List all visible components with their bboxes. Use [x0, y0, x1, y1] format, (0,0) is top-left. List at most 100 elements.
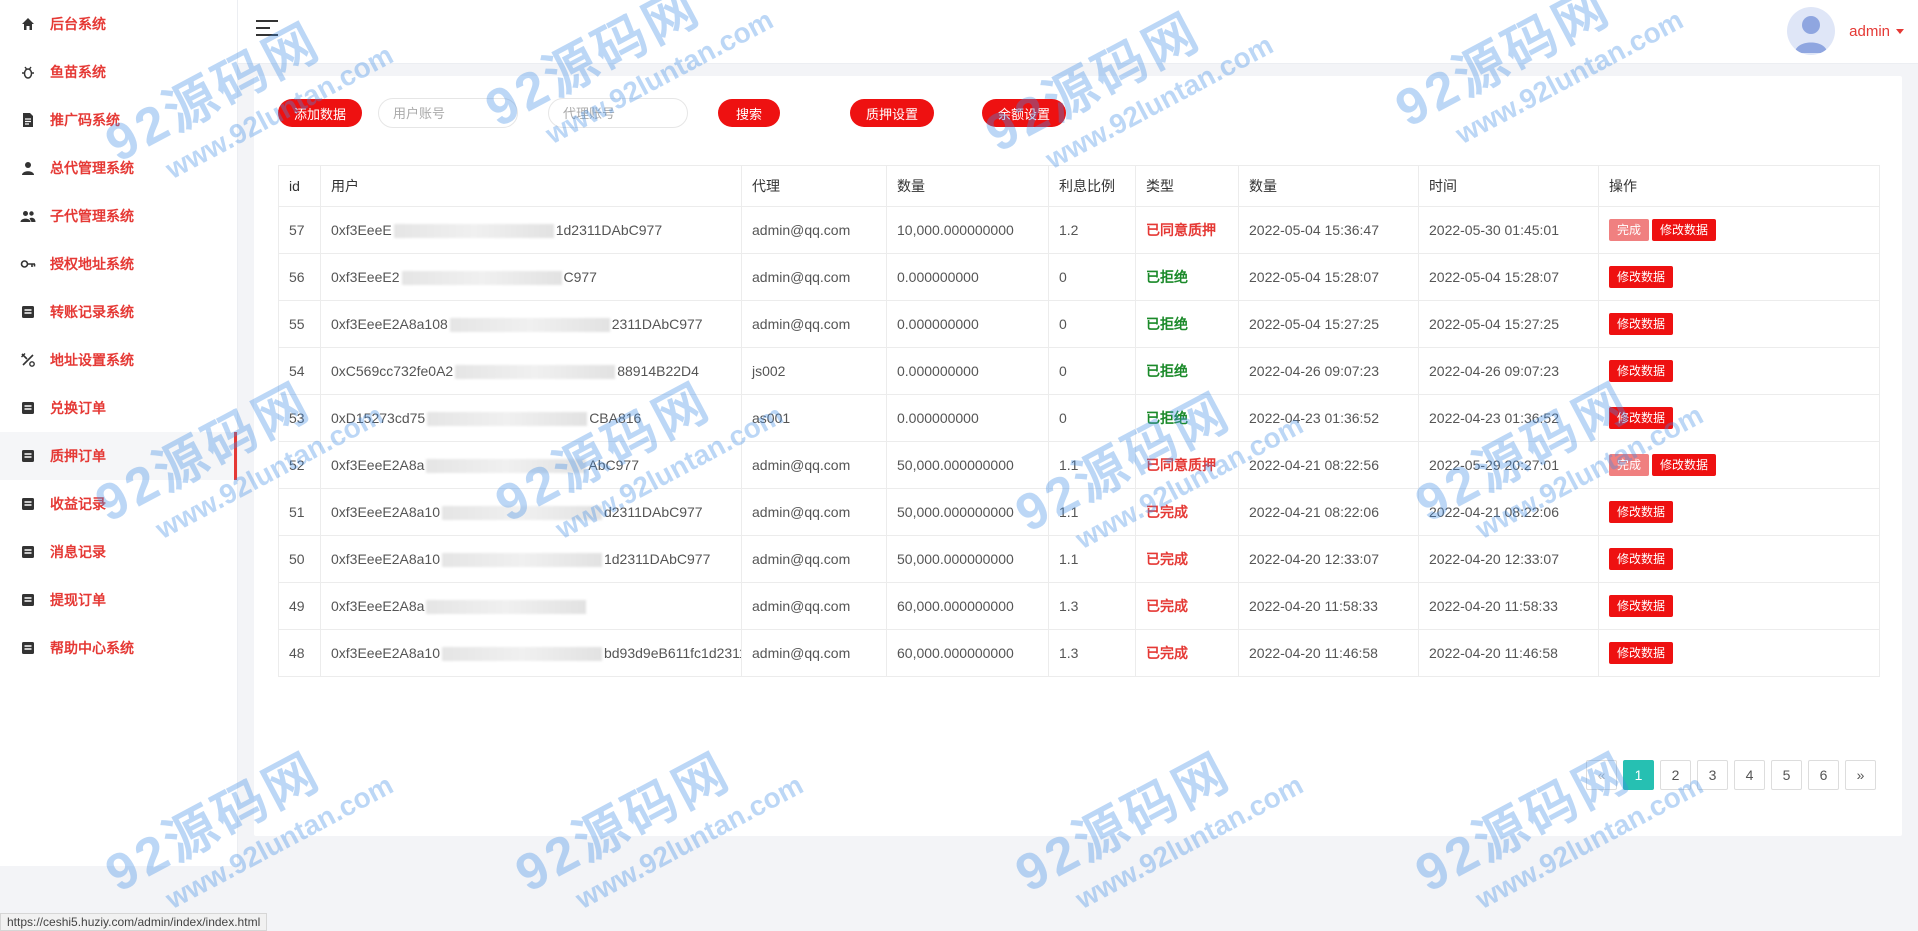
- edit-data-button[interactable]: 修改数据: [1609, 548, 1674, 570]
- row-amount: 0.000000000: [886, 300, 1049, 348]
- row-user-address: 0xf3EeeE2A8a108 2311DAbC977: [320, 300, 742, 348]
- sidebar-item-label: 总代管理系统: [50, 160, 134, 176]
- page-button-6[interactable]: 6: [1808, 760, 1839, 790]
- sidebar-item-13[interactable]: 帮助中心系统: [0, 624, 237, 672]
- sidebar-item-6[interactable]: 转账记录系统: [0, 288, 237, 336]
- row-time-created: 2022-04-20 11:58:33: [1238, 582, 1419, 630]
- edit-data-button[interactable]: 修改数据: [1609, 595, 1674, 617]
- page-button-1[interactable]: 1: [1623, 760, 1654, 790]
- sidebar-item-7[interactable]: 地址设置系统: [0, 336, 237, 384]
- address-suffix: 1d2311DAbC977: [603, 550, 711, 567]
- row-agent: admin@qq.com: [741, 253, 887, 301]
- search-button[interactable]: 搜索: [718, 99, 780, 127]
- document-icon: [20, 112, 36, 128]
- address-suffix: bd93d9eB611fc1d2311DAbC977: [603, 644, 741, 661]
- column-header: 数量: [1238, 165, 1419, 207]
- sidebar-item-8[interactable]: 兑换订单: [0, 384, 237, 432]
- sidebar-item-2[interactable]: 推广码系统: [0, 96, 237, 144]
- row-type-status: 已完成: [1135, 535, 1239, 583]
- address-prefix: 0xC569cc732fe0A2: [331, 362, 454, 379]
- prev-page-button[interactable]: «: [1586, 760, 1617, 790]
- next-page-button[interactable]: »: [1845, 760, 1876, 790]
- address-mask: [401, 271, 562, 286]
- sidebar-item-11[interactable]: 消息记录: [0, 528, 237, 576]
- row-id: 48: [278, 629, 321, 677]
- row-time-created: 2022-04-26 09:07:23: [1238, 347, 1419, 395]
- edit-data-button[interactable]: 修改数据: [1609, 313, 1674, 335]
- row-agent: admin@qq.com: [741, 300, 887, 348]
- row-type-status: 已拒绝: [1135, 300, 1239, 348]
- row-rate: 1.2: [1048, 206, 1136, 254]
- row-user-address: 0xf3EeeE2A8a: [320, 582, 742, 630]
- row-type-status: 已拒绝: [1135, 347, 1239, 395]
- key-icon: [20, 256, 36, 272]
- row-type-status: 已完成: [1135, 629, 1239, 677]
- row-agent: admin@qq.com: [741, 629, 887, 677]
- address-mask: [441, 506, 602, 521]
- address-mask: [441, 647, 602, 662]
- orders-table: id 用户 代理 数量 利息比例 类型 数量 时间 操作 57 0xf3EeeE 1d2311DAb…: [278, 165, 1880, 677]
- column-header: id: [278, 165, 321, 207]
- edit-data-button[interactable]: 修改数据: [1652, 454, 1717, 476]
- column-header: 利息比例: [1048, 165, 1136, 207]
- column-header: 时间: [1418, 165, 1599, 207]
- row-id: 51: [278, 488, 321, 536]
- row-amount: 0.000000000: [886, 253, 1049, 301]
- page-button-2[interactable]: 2: [1660, 760, 1691, 790]
- balance-settings-button[interactable]: 余额设置: [982, 99, 1066, 127]
- row-agent: as001: [741, 394, 887, 442]
- table-row: 53 0xD15273cd75 CBA816 as001 0.000000000 0 已拒绝…: [278, 394, 1880, 442]
- address-prefix: 0xf3EeeE2: [331, 268, 400, 285]
- table-header-row: id 用户 代理 数量 利息比例 类型 数量 时间 操作: [278, 165, 1880, 207]
- page-button-5[interactable]: 5: [1771, 760, 1802, 790]
- edit-data-button[interactable]: 修改数据: [1609, 501, 1674, 523]
- add-data-button[interactable]: 添加数据: [278, 99, 362, 127]
- home-icon: [20, 16, 36, 32]
- sidebar-item-label: 推广码系统: [50, 112, 120, 128]
- address-mask: [393, 224, 554, 239]
- row-amount: 10,000.000000000: [886, 206, 1049, 254]
- row-amount: 0.000000000: [886, 394, 1049, 442]
- complete-button[interactable]: 完成: [1609, 219, 1650, 241]
- page-button-3[interactable]: 3: [1697, 760, 1728, 790]
- row-user-address: 0xf3EeeE2A8a10 bd93d9eB611fc1d2311DAbC977: [320, 629, 742, 677]
- edit-data-button[interactable]: 修改数据: [1609, 266, 1674, 288]
- row-rate: 1.1: [1048, 441, 1136, 489]
- row-actions: 修改数据: [1598, 629, 1880, 677]
- sidebar-item-0[interactable]: 后台系统: [0, 0, 237, 48]
- pledge-settings-button[interactable]: 质押设置: [850, 99, 934, 127]
- user-menu[interactable]: admin: [1787, 6, 1904, 56]
- edit-data-button[interactable]: 修改数据: [1652, 219, 1717, 241]
- page-button-4[interactable]: 4: [1734, 760, 1765, 790]
- row-time-updated: 2022-04-20 12:33:07: [1418, 535, 1599, 583]
- list-icon: [20, 640, 36, 656]
- sidebar-item-10[interactable]: 收益记录: [0, 480, 237, 528]
- table-row: 52 0xf3EeeE2A8a AbC977 admin@qq.com 50,000.0…: [278, 441, 1880, 489]
- sidebar-item-4[interactable]: 子代管理系统: [0, 192, 237, 240]
- table-row: 49 0xf3EeeE2A8a admin@qq.com 60,000.0000000…: [278, 582, 1880, 630]
- row-actions: 完成 修改数据: [1598, 441, 1880, 489]
- user-account-input[interactable]: [378, 98, 518, 128]
- list-icon: [20, 496, 36, 512]
- edit-data-button[interactable]: 修改数据: [1609, 407, 1674, 429]
- address-suffix: 88914B22D4: [617, 362, 699, 379]
- edit-data-button[interactable]: 修改数据: [1609, 360, 1674, 382]
- sidebar-item-9[interactable]: 质押订单: [0, 432, 237, 480]
- sidebar-item-1[interactable]: 鱼苗系统: [0, 48, 237, 96]
- row-amount: 50,000.000000000: [886, 535, 1049, 583]
- edit-data-button[interactable]: 修改数据: [1609, 642, 1674, 664]
- row-id: 56: [278, 253, 321, 301]
- sidebar-item-5[interactable]: 授权地址系统: [0, 240, 237, 288]
- row-actions: 修改数据: [1598, 488, 1880, 536]
- sidebar-item-12[interactable]: 提现订单: [0, 576, 237, 624]
- address-mask: [426, 600, 587, 615]
- row-amount: 50,000.000000000: [886, 488, 1049, 536]
- main-card: 添加数据 搜索 质押设置 余额设置 id用户代理数量利息比例类型数量时间操作 5…: [254, 76, 1902, 836]
- sidebar-item-3[interactable]: 总代管理系统: [0, 144, 237, 192]
- menu-toggle-icon[interactable]: [256, 20, 278, 40]
- row-id: 49: [278, 582, 321, 630]
- complete-button[interactable]: 完成: [1609, 454, 1650, 476]
- agent-account-input[interactable]: [548, 98, 688, 128]
- column-header: 操作: [1598, 165, 1880, 207]
- row-type-status: 已完成: [1135, 488, 1239, 536]
